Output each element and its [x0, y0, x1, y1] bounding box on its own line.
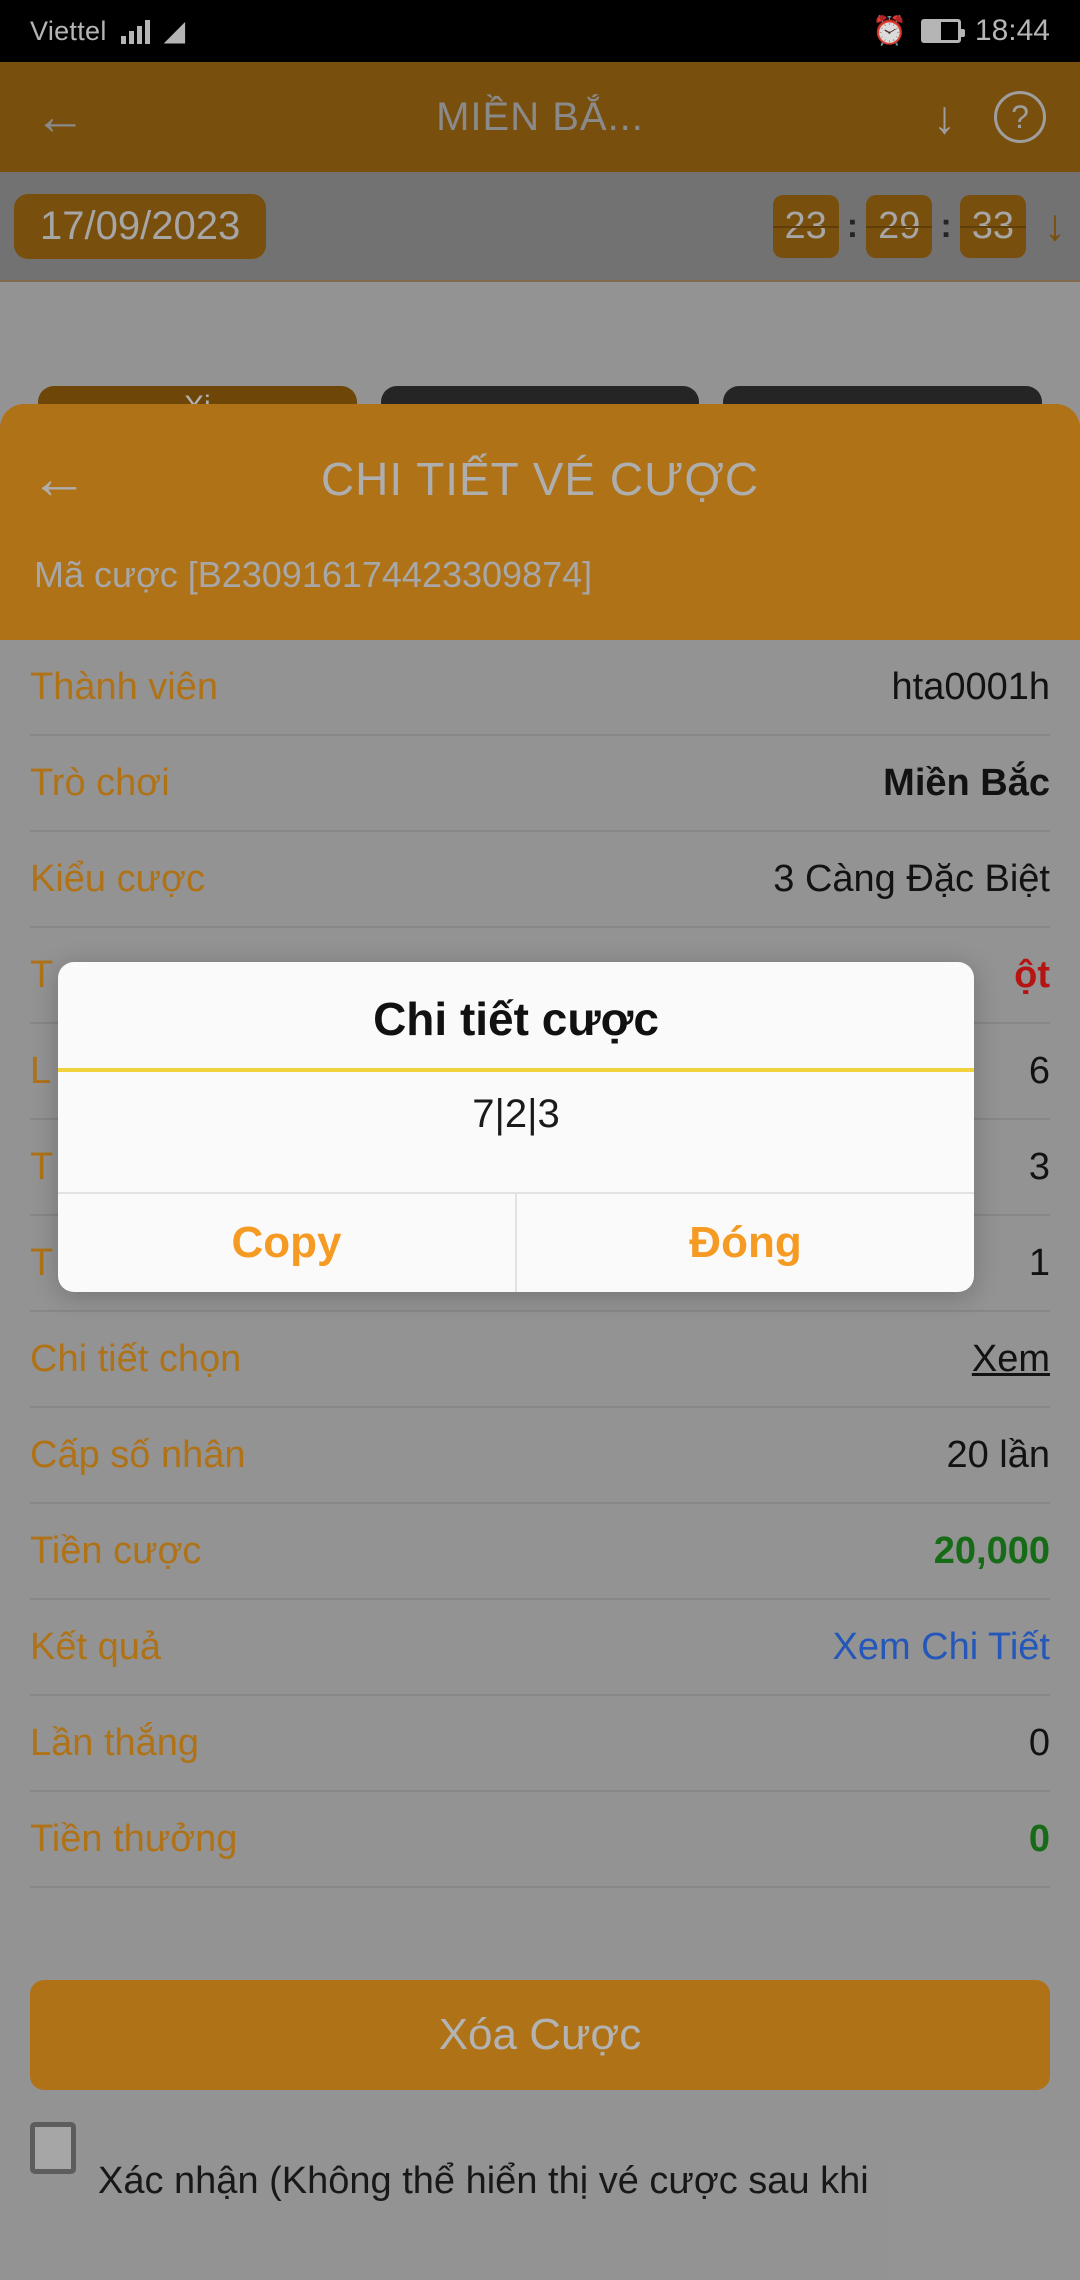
arrow-down-icon[interactable]: ↓ [933, 94, 956, 140]
copy-button[interactable]: Copy [58, 1194, 515, 1292]
dialog-content: 7|2|3 [472, 1092, 560, 1136]
dialog-title: Chi tiết cược [373, 993, 659, 1045]
dialog-actions: Copy Đóng [58, 1192, 974, 1292]
app-bar-actions: ↓ ? [933, 91, 1046, 143]
help-icon[interactable]: ? [994, 91, 1046, 143]
close-button[interactable]: Đóng [515, 1194, 974, 1292]
bet-detail-dialog: Chi tiết cược 7|2|3 Copy Đóng [58, 962, 974, 1292]
phone-screen: Viettel ◢ ⏰ 18:44 ← MIỀN BẮ... ↓ ? 17/09… [0, 0, 1080, 2280]
